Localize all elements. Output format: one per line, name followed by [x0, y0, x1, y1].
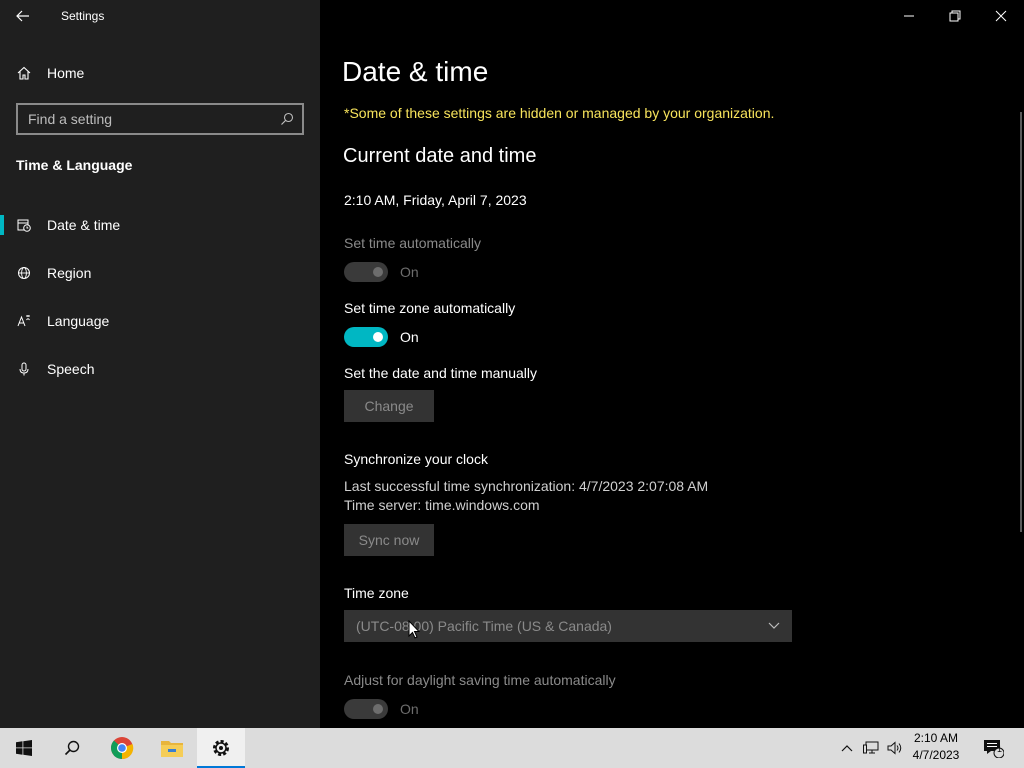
chevron-down-icon: [768, 622, 780, 629]
settings-content: Date & time *Some of these settings are …: [320, 0, 1024, 728]
action-center-button[interactable]: 1: [978, 728, 1008, 768]
scrollbar[interactable]: [1020, 112, 1022, 532]
clock-time: 2:10 AM: [913, 731, 959, 745]
sidebar-item-speech[interactable]: Speech: [0, 349, 320, 389]
time-zone-value: (UTC-08:00) Pacific Time (US & Canada): [356, 618, 612, 634]
taskbar-file-explorer[interactable]: [148, 728, 196, 768]
start-button[interactable]: [0, 728, 48, 768]
volume-button[interactable]: [884, 728, 906, 768]
set-timezone-auto-toggle[interactable]: [344, 327, 388, 347]
language-icon: [17, 315, 30, 327]
current-date-time-heading: Current date and time: [343, 145, 537, 167]
chrome-icon: [111, 737, 134, 760]
taskbar: 2:10 AM 4/7/2023 1: [0, 728, 1024, 768]
windows-logo-icon: [16, 740, 32, 756]
set-time-auto-toggle[interactable]: [344, 262, 388, 282]
gear-icon: [213, 740, 229, 756]
set-time-auto-toggle-row: On: [344, 262, 419, 282]
dst-toggle[interactable]: [344, 699, 388, 719]
sidebar-item-label: Language: [47, 313, 110, 329]
set-timezone-auto-toggle-row: On: [344, 327, 419, 347]
folder-icon: [161, 741, 183, 757]
sync-heading: Synchronize your clock: [344, 451, 488, 467]
restore-icon: [949, 10, 961, 22]
close-button[interactable]: [978, 0, 1024, 32]
close-icon: [995, 10, 1007, 22]
settings-sidebar: Settings Home Time & Language Date & tim…: [0, 0, 320, 728]
back-arrow-icon: [16, 10, 29, 22]
notification-count: 1: [997, 744, 1003, 754]
managed-by-org-notice: *Some of these settings are hidden or ma…: [344, 105, 775, 121]
sidebar-item-label: Region: [47, 265, 92, 281]
taskbar-search-button[interactable]: [48, 728, 96, 768]
page-title: Date & time: [342, 56, 489, 87]
change-button[interactable]: Change: [344, 390, 434, 422]
sidebar-item-date-time[interactable]: Date & time: [0, 205, 320, 245]
network-icon: [863, 741, 879, 754]
title-bar-left: Settings: [0, 0, 320, 32]
speaker-icon: [887, 741, 902, 755]
current-date-time-value: 2:10 AM, Friday, April 7, 2023: [344, 192, 527, 208]
sidebar-item-label: Date & time: [47, 217, 121, 233]
show-hidden-icons-button[interactable]: [836, 728, 858, 768]
sidebar-item-region[interactable]: Region: [0, 253, 320, 293]
back-button[interactable]: [0, 0, 46, 32]
search-icon[interactable]: [272, 112, 302, 126]
window-title: Settings: [61, 9, 105, 23]
mouse-cursor-icon: [408, 620, 420, 639]
nav-home[interactable]: Home: [0, 56, 320, 90]
dst-state: On: [400, 701, 419, 717]
chevron-up-icon: [841, 745, 853, 752]
restore-button[interactable]: [932, 0, 978, 32]
calendar-clock-icon: [17, 219, 31, 232]
search-icon: [64, 740, 80, 756]
set-time-auto-label: Set time automatically: [344, 235, 481, 251]
dst-label: Adjust for daylight saving time automati…: [344, 672, 616, 688]
globe-icon: [18, 267, 30, 279]
last-sync-text: Last successful time synchronization: 4/…: [344, 478, 709, 494]
set-timezone-auto-label: Set time zone automatically: [344, 300, 516, 316]
taskbar-settings[interactable]: [197, 728, 245, 768]
set-time-auto-state: On: [400, 264, 419, 280]
home-icon: [17, 66, 31, 80]
set-manually-label: Set the date and time manually: [344, 365, 538, 381]
section-title: Time & Language: [16, 157, 133, 173]
clock-date: 4/7/2023: [912, 748, 960, 762]
search-box[interactable]: [16, 103, 304, 135]
minimize-icon: [904, 15, 914, 17]
taskbar-chrome[interactable]: [98, 728, 146, 768]
time-zone-label: Time zone: [344, 585, 409, 601]
taskbar-clock[interactable]: 2:10 AM 4/7/2023: [908, 730, 964, 764]
window-controls: [886, 0, 1024, 32]
nav-home-label: Home: [47, 65, 85, 81]
dst-toggle-row: On: [344, 699, 419, 719]
time-server-text: Time server: time.windows.com: [344, 497, 540, 513]
microphone-icon: [19, 362, 29, 376]
network-button[interactable]: [860, 728, 882, 768]
sync-now-button[interactable]: Sync now: [344, 524, 434, 556]
sidebar-item-language[interactable]: Language: [0, 301, 320, 341]
sidebar-item-label: Speech: [47, 361, 95, 377]
set-timezone-auto-state: On: [400, 329, 419, 345]
minimize-button[interactable]: [886, 0, 932, 32]
search-input[interactable]: [28, 111, 272, 127]
